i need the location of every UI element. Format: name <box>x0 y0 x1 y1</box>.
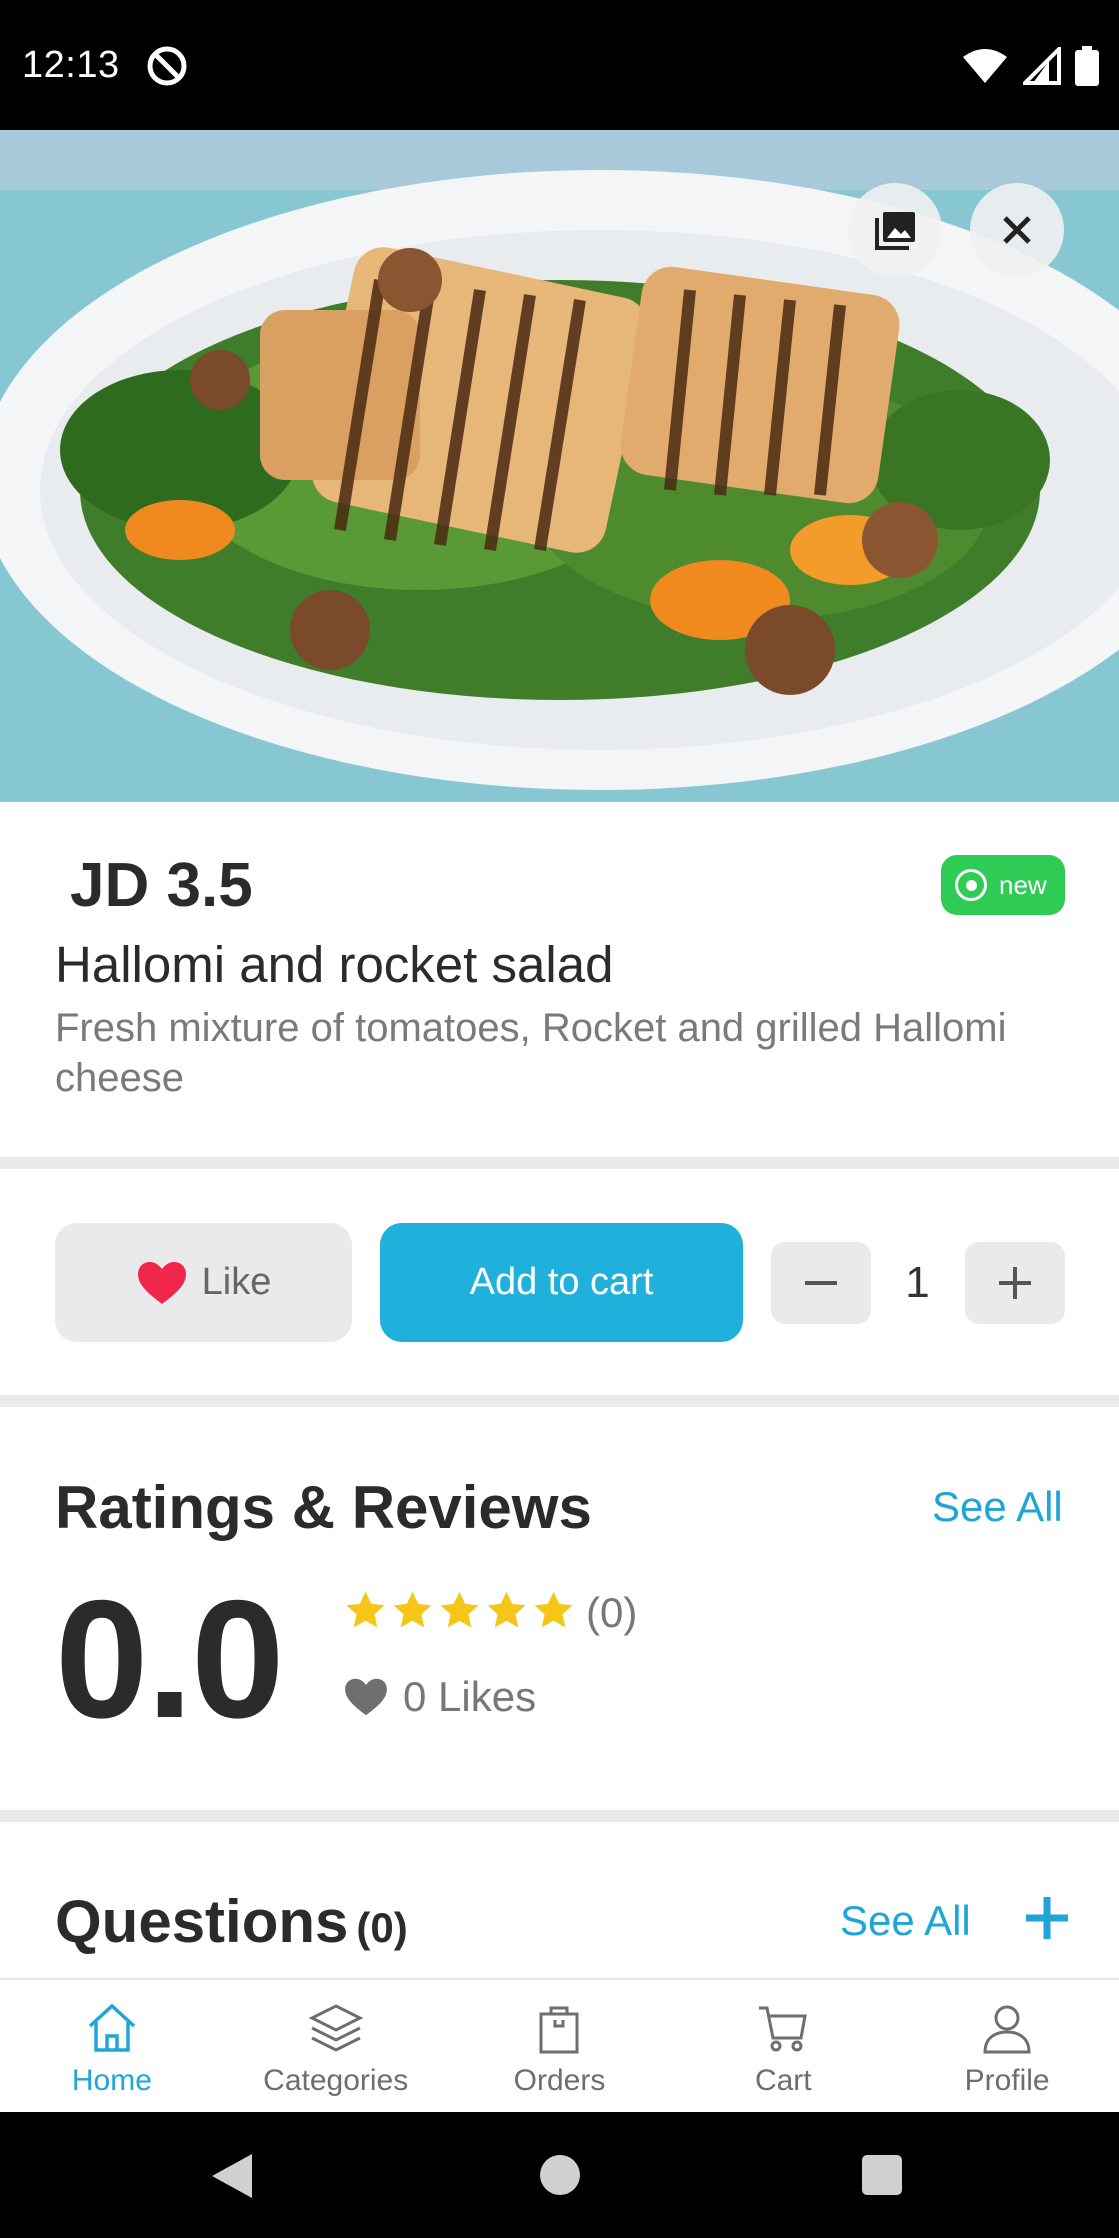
product-name: Hallomi and rocket salad <box>55 936 614 993</box>
likes-summary: 0 Likes <box>343 1673 536 1721</box>
new-badge: new <box>941 855 1065 915</box>
cart-icon <box>759 2006 808 2052</box>
star-icon <box>534 1591 573 1628</box>
nav-item-home[interactable]: Home <box>0 1980 224 2112</box>
minus-icon <box>805 1281 837 1285</box>
nav-item-categories[interactable]: Categories <box>224 1980 448 2112</box>
badge-label: new <box>999 869 1047 900</box>
signal-icon <box>1023 47 1061 85</box>
wifi-icon <box>963 49 1007 83</box>
status-bar: 12:13 <box>0 0 1119 130</box>
close-icon <box>1003 216 1031 244</box>
nav-label: Orders <box>513 2064 606 2097</box>
questions-title-text: Questions <box>55 1888 349 1955</box>
star-icon <box>346 1591 385 1628</box>
questions-title: Questions (0) <box>55 1887 408 1956</box>
heart-icon <box>345 1678 387 1716</box>
heart-icon <box>137 1261 186 1304</box>
likes-count: 0 Likes <box>403 1673 537 1720</box>
bottom-navigation: Home Categories Orders Cart Profile <box>0 1978 1119 2112</box>
home-icon <box>88 2003 136 2052</box>
status-time: 12:13 <box>22 44 120 86</box>
rating-count: (0) <box>586 1589 638 1636</box>
star-rating <box>343 1589 576 1633</box>
close-button[interactable] <box>970 183 1064 277</box>
battery-icon <box>1075 46 1099 86</box>
at-sign-icon <box>147 46 187 86</box>
layers-icon <box>308 2004 364 2052</box>
nav-label: Categories <box>263 2064 409 2097</box>
plus-icon <box>999 1267 1031 1299</box>
gallery-button[interactable] <box>848 183 942 277</box>
back-icon[interactable] <box>210 2152 254 2200</box>
quantity-decrease-button[interactable] <box>771 1242 871 1324</box>
ratings-see-all-link[interactable]: See All <box>932 1483 1063 1531</box>
nav-item-profile[interactable]: Profile <box>895 1980 1119 2112</box>
nav-label: Profile <box>964 2064 1050 2097</box>
questions-count: (0) <box>356 1904 408 1951</box>
product-image <box>0 130 1119 802</box>
quantity-value: 1 <box>905 1258 930 1307</box>
recent-apps-icon[interactable] <box>862 2155 902 2195</box>
gallery-icon <box>875 212 915 250</box>
ratings-title: Ratings & Reviews <box>55 1474 592 1541</box>
like-label: Like <box>201 1261 272 1303</box>
product-price: JD 3.5 <box>70 851 253 920</box>
star-icon <box>440 1591 479 1628</box>
status-icons <box>961 46 1099 86</box>
star-icon <box>393 1591 432 1628</box>
product-description: Fresh mixture of tomatoes, Rocket and gr… <box>55 1006 1007 1100</box>
star-icon <box>487 1591 526 1628</box>
nav-item-cart[interactable]: Cart <box>671 1980 895 2112</box>
divider <box>0 1157 1119 1169</box>
nav-item-orders[interactable]: Orders <box>448 1980 672 2112</box>
user-icon <box>983 2005 1031 2054</box>
add-to-cart-button[interactable]: Add to cart <box>380 1223 743 1342</box>
quantity-increase-button[interactable] <box>965 1242 1065 1324</box>
divider <box>0 1810 1119 1822</box>
like-button[interactable]: Like <box>55 1223 352 1342</box>
divider <box>0 1395 1119 1407</box>
home-button-icon[interactable] <box>540 2155 580 2195</box>
add-question-icon[interactable] <box>1022 1893 1072 1943</box>
nav-label: Cart <box>754 2064 812 2097</box>
radio-dot-icon <box>955 869 987 901</box>
average-rating: 0.0 <box>55 1565 285 1753</box>
bag-icon <box>539 2006 579 2054</box>
questions-see-all-link[interactable]: See All <box>840 1897 971 1945</box>
nav-label: Home <box>71 2064 152 2097</box>
